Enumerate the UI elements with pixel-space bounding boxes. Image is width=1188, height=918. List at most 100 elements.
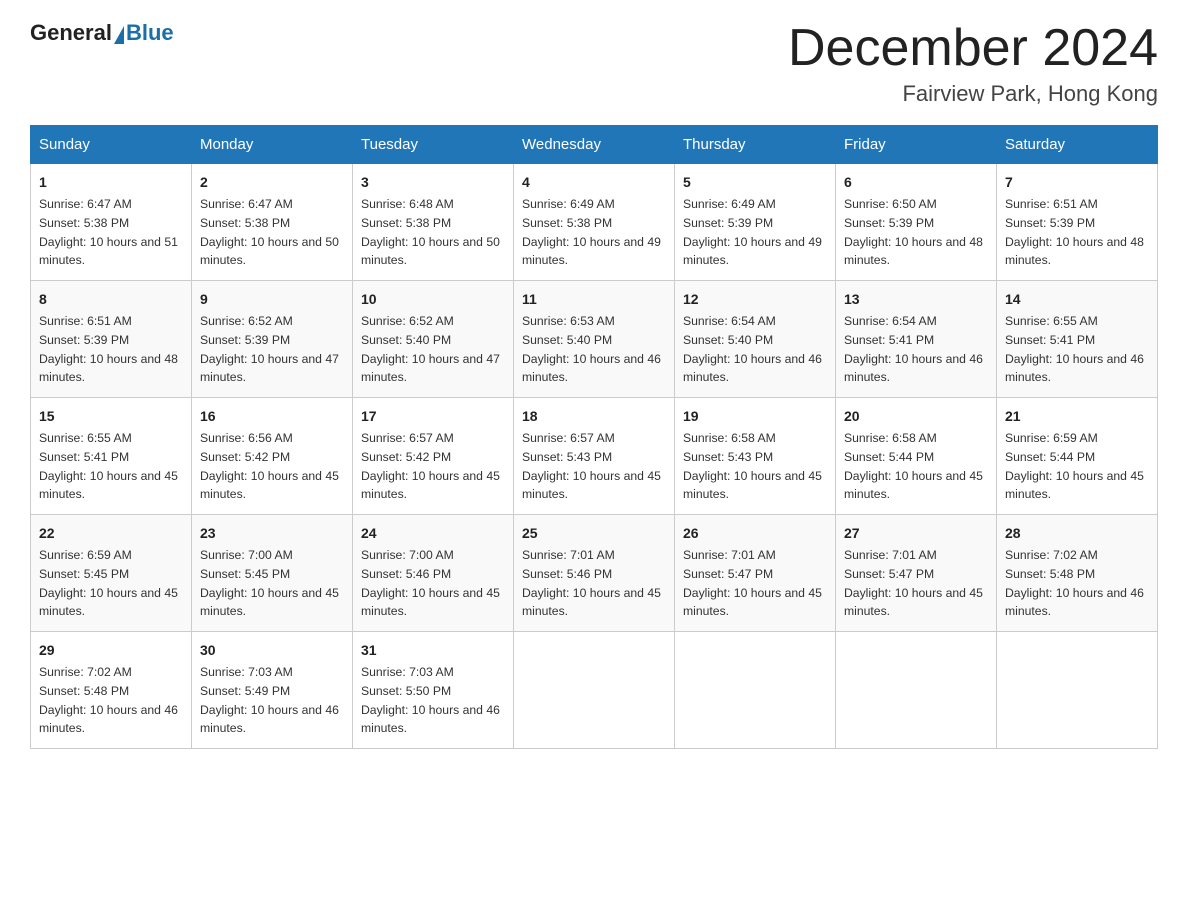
day-info: Sunrise: 6:47 AMSunset: 5:38 PMDaylight:… [39, 197, 178, 267]
calendar-day-25: 25 Sunrise: 7:01 AMSunset: 5:46 PMDaylig… [514, 515, 675, 632]
calendar-day-empty [836, 632, 997, 749]
day-number: 20 [844, 406, 988, 427]
day-info: Sunrise: 6:48 AMSunset: 5:38 PMDaylight:… [361, 197, 500, 267]
day-number: 25 [522, 523, 666, 544]
calendar-day-27: 27 Sunrise: 7:01 AMSunset: 5:47 PMDaylig… [836, 515, 997, 632]
calendar-body: 1 Sunrise: 6:47 AMSunset: 5:38 PMDayligh… [31, 164, 1158, 749]
day-number: 27 [844, 523, 988, 544]
calendar-day-19: 19 Sunrise: 6:58 AMSunset: 5:43 PMDaylig… [675, 398, 836, 515]
calendar-day-empty [514, 632, 675, 749]
day-header-sunday: Sunday [31, 126, 192, 164]
day-info: Sunrise: 6:51 AMSunset: 5:39 PMDaylight:… [1005, 197, 1144, 267]
calendar-day-4: 4 Sunrise: 6:49 AMSunset: 5:38 PMDayligh… [514, 164, 675, 281]
day-info: Sunrise: 6:51 AMSunset: 5:39 PMDaylight:… [39, 314, 178, 384]
calendar-day-13: 13 Sunrise: 6:54 AMSunset: 5:41 PMDaylig… [836, 281, 997, 398]
day-number: 29 [39, 640, 183, 661]
day-number: 12 [683, 289, 827, 310]
day-number: 26 [683, 523, 827, 544]
day-info: Sunrise: 6:58 AMSunset: 5:43 PMDaylight:… [683, 431, 822, 501]
day-info: Sunrise: 7:03 AMSunset: 5:49 PMDaylight:… [200, 665, 339, 735]
calendar-week-3: 15 Sunrise: 6:55 AMSunset: 5:41 PMDaylig… [31, 398, 1158, 515]
day-number: 4 [522, 172, 666, 193]
day-info: Sunrise: 7:01 AMSunset: 5:47 PMDaylight:… [683, 548, 822, 618]
calendar-day-10: 10 Sunrise: 6:52 AMSunset: 5:40 PMDaylig… [353, 281, 514, 398]
day-number: 21 [1005, 406, 1149, 427]
day-number: 1 [39, 172, 183, 193]
day-number: 15 [39, 406, 183, 427]
day-number: 22 [39, 523, 183, 544]
calendar-day-14: 14 Sunrise: 6:55 AMSunset: 5:41 PMDaylig… [997, 281, 1158, 398]
calendar-week-4: 22 Sunrise: 6:59 AMSunset: 5:45 PMDaylig… [31, 515, 1158, 632]
day-info: Sunrise: 7:02 AMSunset: 5:48 PMDaylight:… [39, 665, 178, 735]
day-number: 6 [844, 172, 988, 193]
calendar-day-21: 21 Sunrise: 6:59 AMSunset: 5:44 PMDaylig… [997, 398, 1158, 515]
calendar-day-15: 15 Sunrise: 6:55 AMSunset: 5:41 PMDaylig… [31, 398, 192, 515]
calendar-day-26: 26 Sunrise: 7:01 AMSunset: 5:47 PMDaylig… [675, 515, 836, 632]
day-info: Sunrise: 6:49 AMSunset: 5:39 PMDaylight:… [683, 197, 822, 267]
calendar-week-5: 29 Sunrise: 7:02 AMSunset: 5:48 PMDaylig… [31, 632, 1158, 749]
calendar-day-31: 31 Sunrise: 7:03 AMSunset: 5:50 PMDaylig… [353, 632, 514, 749]
month-title: December 2024 [788, 20, 1158, 77]
day-number: 23 [200, 523, 344, 544]
calendar-day-7: 7 Sunrise: 6:51 AMSunset: 5:39 PMDayligh… [997, 164, 1158, 281]
day-number: 28 [1005, 523, 1149, 544]
day-info: Sunrise: 6:54 AMSunset: 5:41 PMDaylight:… [844, 314, 983, 384]
day-number: 31 [361, 640, 505, 661]
day-number: 7 [1005, 172, 1149, 193]
day-header-friday: Friday [836, 126, 997, 164]
day-number: 3 [361, 172, 505, 193]
day-header-wednesday: Wednesday [514, 126, 675, 164]
day-number: 18 [522, 406, 666, 427]
day-number: 14 [1005, 289, 1149, 310]
calendar-day-empty [997, 632, 1158, 749]
day-info: Sunrise: 6:59 AMSunset: 5:44 PMDaylight:… [1005, 431, 1144, 501]
day-number: 10 [361, 289, 505, 310]
calendar-day-1: 1 Sunrise: 6:47 AMSunset: 5:38 PMDayligh… [31, 164, 192, 281]
day-number: 13 [844, 289, 988, 310]
calendar-day-20: 20 Sunrise: 6:58 AMSunset: 5:44 PMDaylig… [836, 398, 997, 515]
calendar-week-2: 8 Sunrise: 6:51 AMSunset: 5:39 PMDayligh… [31, 281, 1158, 398]
day-info: Sunrise: 6:49 AMSunset: 5:38 PMDaylight:… [522, 197, 661, 267]
day-number: 17 [361, 406, 505, 427]
day-info: Sunrise: 6:47 AMSunset: 5:38 PMDaylight:… [200, 197, 339, 267]
day-info: Sunrise: 6:50 AMSunset: 5:39 PMDaylight:… [844, 197, 983, 267]
calendar-day-5: 5 Sunrise: 6:49 AMSunset: 5:39 PMDayligh… [675, 164, 836, 281]
day-header-monday: Monday [192, 126, 353, 164]
day-info: Sunrise: 6:55 AMSunset: 5:41 PMDaylight:… [39, 431, 178, 501]
day-number: 9 [200, 289, 344, 310]
logo-blue-text: Blue [126, 20, 174, 46]
day-number: 8 [39, 289, 183, 310]
calendar-day-22: 22 Sunrise: 6:59 AMSunset: 5:45 PMDaylig… [31, 515, 192, 632]
day-info: Sunrise: 7:01 AMSunset: 5:47 PMDaylight:… [844, 548, 983, 618]
day-info: Sunrise: 6:52 AMSunset: 5:40 PMDaylight:… [361, 314, 500, 384]
calendar-day-3: 3 Sunrise: 6:48 AMSunset: 5:38 PMDayligh… [353, 164, 514, 281]
title-section: December 2024 Fairview Park, Hong Kong [788, 20, 1158, 107]
page-header: General Blue December 2024 Fairview Park… [30, 20, 1158, 107]
day-info: Sunrise: 7:01 AMSunset: 5:46 PMDaylight:… [522, 548, 661, 618]
calendar-day-16: 16 Sunrise: 6:56 AMSunset: 5:42 PMDaylig… [192, 398, 353, 515]
day-number: 11 [522, 289, 666, 310]
calendar-day-29: 29 Sunrise: 7:02 AMSunset: 5:48 PMDaylig… [31, 632, 192, 749]
calendar-day-11: 11 Sunrise: 6:53 AMSunset: 5:40 PMDaylig… [514, 281, 675, 398]
day-info: Sunrise: 6:53 AMSunset: 5:40 PMDaylight:… [522, 314, 661, 384]
day-info: Sunrise: 6:58 AMSunset: 5:44 PMDaylight:… [844, 431, 983, 501]
day-header-thursday: Thursday [675, 126, 836, 164]
calendar-day-12: 12 Sunrise: 6:54 AMSunset: 5:40 PMDaylig… [675, 281, 836, 398]
day-info: Sunrise: 7:00 AMSunset: 5:46 PMDaylight:… [361, 548, 500, 618]
day-number: 2 [200, 172, 344, 193]
day-info: Sunrise: 6:57 AMSunset: 5:43 PMDaylight:… [522, 431, 661, 501]
day-info: Sunrise: 6:54 AMSunset: 5:40 PMDaylight:… [683, 314, 822, 384]
calendar-day-28: 28 Sunrise: 7:02 AMSunset: 5:48 PMDaylig… [997, 515, 1158, 632]
calendar-day-6: 6 Sunrise: 6:50 AMSunset: 5:39 PMDayligh… [836, 164, 997, 281]
logo: General Blue [30, 20, 174, 46]
day-number: 16 [200, 406, 344, 427]
day-info: Sunrise: 7:03 AMSunset: 5:50 PMDaylight:… [361, 665, 500, 735]
calendar-day-24: 24 Sunrise: 7:00 AMSunset: 5:46 PMDaylig… [353, 515, 514, 632]
logo-arrow-icon [114, 26, 124, 44]
day-number: 30 [200, 640, 344, 661]
calendar-day-8: 8 Sunrise: 6:51 AMSunset: 5:39 PMDayligh… [31, 281, 192, 398]
day-number: 5 [683, 172, 827, 193]
day-info: Sunrise: 7:02 AMSunset: 5:48 PMDaylight:… [1005, 548, 1144, 618]
calendar-day-30: 30 Sunrise: 7:03 AMSunset: 5:49 PMDaylig… [192, 632, 353, 749]
calendar-week-1: 1 Sunrise: 6:47 AMSunset: 5:38 PMDayligh… [31, 164, 1158, 281]
